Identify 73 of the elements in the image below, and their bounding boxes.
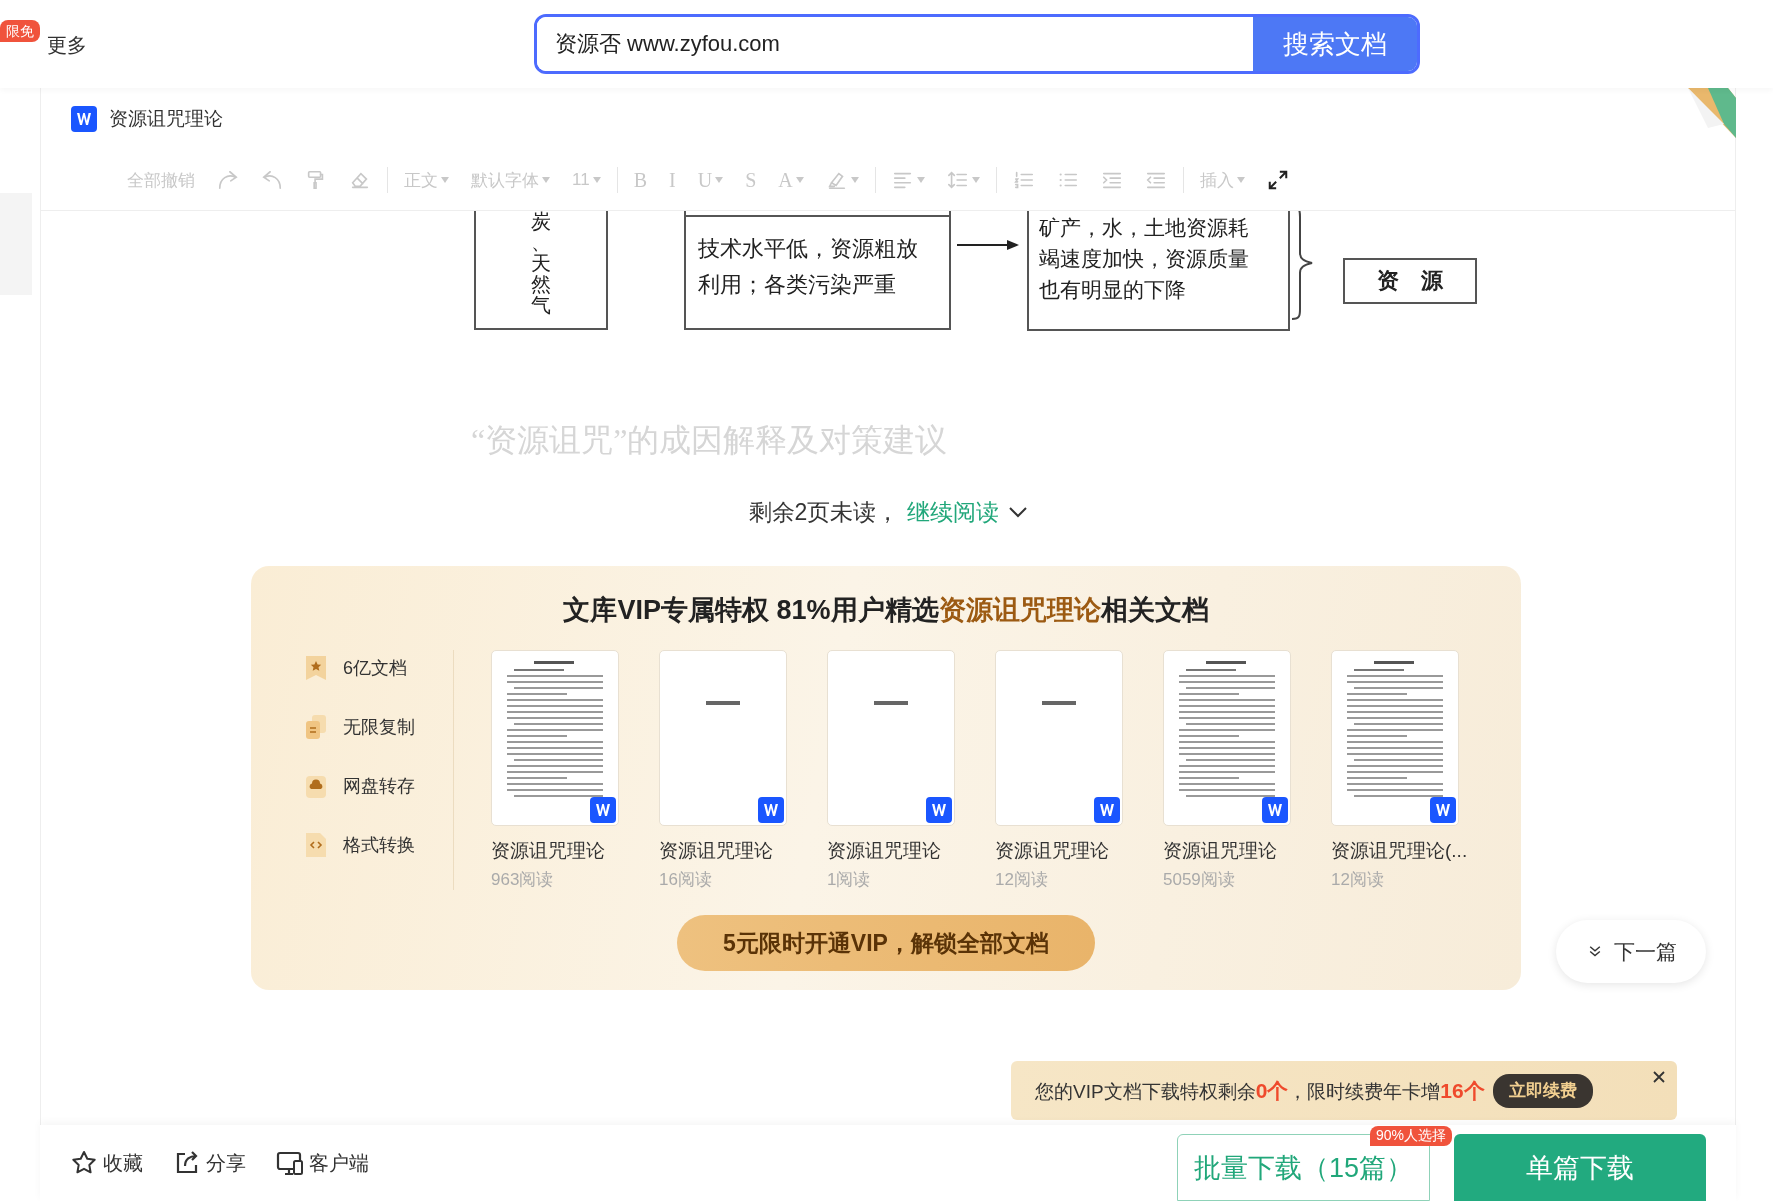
document-thumbnail[interactable] (1331, 650, 1459, 826)
close-icon[interactable] (1653, 1071, 1665, 1083)
line-spacing-icon (946, 169, 969, 191)
diagram-label: 资 源 (1377, 267, 1443, 295)
read-count: 963阅读 (491, 869, 554, 891)
flow-arrow (957, 239, 1019, 251)
read-count: 16阅读 (659, 869, 712, 891)
document-link[interactable]: 资源诅咒理论(... (1331, 838, 1468, 864)
vip-unlock-button[interactable]: 5元限时开通VIP，解锁全部文档 (677, 915, 1095, 971)
more-link[interactable]: 更多 (47, 32, 87, 59)
monitor-icon (276, 1149, 304, 1177)
document-thumbnail[interactable] (491, 650, 619, 826)
document-thumbnail[interactable] (995, 650, 1123, 826)
document-thumbnail[interactable] (659, 650, 787, 826)
document-title: 资源诅咒理论 (109, 107, 223, 131)
caret-icon (795, 177, 804, 183)
undo-icon (261, 169, 283, 191)
caret-icon (1236, 177, 1245, 183)
document-link[interactable]: 资源诅咒理论 (659, 838, 773, 864)
caret-icon (850, 177, 859, 183)
caret-icon (715, 177, 724, 183)
word-file-icon (926, 797, 952, 823)
popularity-badge: 90%人选择 (1370, 1126, 1453, 1146)
fullscreen-icon (1266, 169, 1289, 191)
word-file-icon (758, 797, 784, 823)
page-text-drawing (874, 701, 908, 705)
code-file-icon (304, 831, 328, 859)
redo-icon (217, 169, 239, 191)
feature-label: 网盘转存 (343, 775, 415, 798)
toolbar-button[interactable] (1266, 169, 1289, 191)
notice-text: 您的VIP文档下载特权剩余0个，限时续费年卡增16个 (1035, 1077, 1485, 1104)
word-file-icon (1262, 797, 1288, 823)
copy-icon (304, 713, 328, 741)
word-file-icon (590, 797, 616, 823)
remaining-pages-text: 剩余2页未读， (748, 498, 900, 527)
search-field[interactable]: 资源否 www.zyfou.com 搜索文档 (534, 14, 1420, 74)
caret-icon (542, 177, 550, 183)
read-count: 1阅读 (827, 869, 871, 891)
next-document-button[interactable]: 下一篇 (1556, 920, 1706, 983)
feature-label: 无限复制 (343, 716, 415, 739)
word-file-icon (1094, 797, 1120, 823)
document-link[interactable]: 资源诅咒理论 (827, 838, 941, 864)
toolbar-action[interactable]: 收藏 (70, 1149, 143, 1177)
caret-icon (916, 177, 925, 183)
diagram-label: 矿产，水，土地资源耗竭速度加快，资源质量也有明显的下降 (1039, 215, 1249, 304)
document-link[interactable]: 资源诅咒理论 (1163, 838, 1277, 864)
document-thumbnail[interactable] (1163, 650, 1291, 826)
caret-icon (592, 177, 601, 183)
word-file-icon (71, 106, 97, 132)
renew-button[interactable]: 立即续费 (1492, 1073, 1593, 1108)
read-count: 12阅读 (995, 869, 1048, 891)
bookmark-star-icon (304, 654, 328, 682)
caret-icon (971, 177, 980, 183)
read-count: 5059阅读 (1163, 869, 1235, 891)
feature-label: 6亿文档 (343, 657, 407, 680)
free-badge: 限免 (0, 20, 40, 42)
read-count: 12阅读 (1331, 869, 1384, 891)
page-text-drawing (706, 701, 740, 705)
document-thumbnail[interactable] (827, 650, 955, 826)
document-link[interactable]: 资源诅咒理论 (491, 838, 605, 864)
numbered-list-icon (1012, 169, 1035, 191)
feature-label: 格式转换 (343, 834, 415, 857)
diagram-label: 技术水平低，资源粗放利用；各类污染严重 (698, 235, 918, 299)
page-text-drawing (1042, 701, 1076, 705)
vip-title: 文库VIP专属特权 81%用户精选资源诅咒理论相关文档 (563, 594, 1209, 627)
chevron-down-icon (1009, 507, 1028, 518)
search-button[interactable]: 搜索文档 (1253, 17, 1417, 71)
diagram-label: 炭、天然气 (531, 211, 551, 316)
caret-icon (441, 177, 449, 183)
toolbar-action[interactable]: 分享 (173, 1149, 246, 1177)
word-file-icon (1430, 797, 1456, 823)
document-link[interactable]: 资源诅咒理论 (995, 838, 1109, 864)
toolbar-action[interactable]: 客户端 (276, 1149, 369, 1177)
